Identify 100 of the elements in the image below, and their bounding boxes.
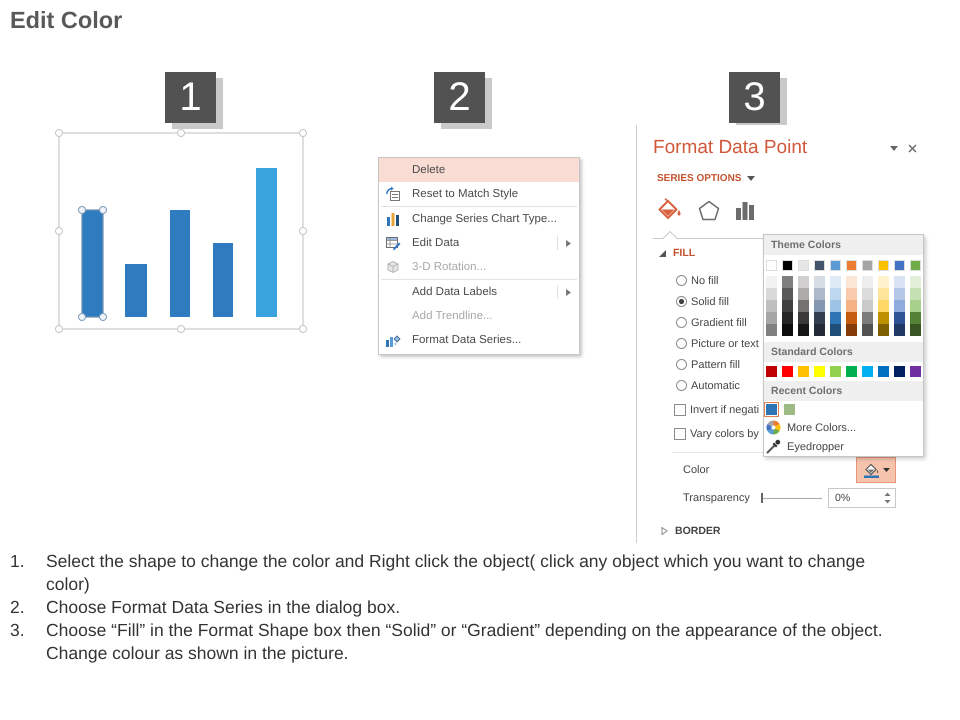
color-swatch[interactable] bbox=[782, 288, 793, 300]
color-swatch[interactable] bbox=[814, 276, 825, 288]
color-swatch[interactable] bbox=[862, 300, 873, 312]
color-swatch[interactable] bbox=[846, 312, 857, 324]
color-swatch[interactable] bbox=[798, 276, 809, 288]
color-swatch[interactable] bbox=[766, 312, 777, 324]
color-swatch[interactable] bbox=[878, 276, 889, 288]
color-swatch[interactable] bbox=[910, 300, 921, 312]
color-swatch[interactable] bbox=[894, 276, 905, 288]
color-swatch[interactable] bbox=[798, 300, 809, 312]
spinner-arrows-icon[interactable] bbox=[884, 491, 891, 505]
color-swatch[interactable] bbox=[814, 312, 825, 324]
color-swatch[interactable] bbox=[782, 276, 793, 288]
color-swatch[interactable] bbox=[766, 324, 777, 336]
selection-handle[interactable] bbox=[78, 313, 86, 321]
color-swatch[interactable] bbox=[862, 312, 873, 324]
resize-handle[interactable] bbox=[55, 129, 63, 137]
option-label[interactable]: Invert if negati bbox=[690, 404, 760, 416]
color-swatch[interactable] bbox=[814, 366, 825, 377]
color-swatch[interactable] bbox=[830, 288, 841, 300]
option-label[interactable]: Pattern fill bbox=[691, 358, 740, 370]
radio-button[interactable] bbox=[676, 317, 687, 328]
checkbox[interactable] bbox=[674, 404, 686, 416]
color-swatch[interactable] bbox=[764, 402, 779, 417]
color-swatch[interactable] bbox=[798, 366, 809, 377]
color-swatch[interactable] bbox=[766, 366, 777, 377]
radio-button[interactable] bbox=[676, 359, 687, 370]
color-swatch[interactable] bbox=[784, 404, 795, 415]
resize-handle[interactable] bbox=[55, 227, 63, 235]
color-swatch[interactable] bbox=[846, 276, 857, 288]
color-swatch[interactable] bbox=[894, 288, 905, 300]
menu-item[interactable]: Format Data Series... bbox=[379, 328, 579, 352]
color-swatch[interactable] bbox=[798, 324, 809, 336]
selection-handle[interactable] bbox=[99, 206, 107, 214]
color-swatch[interactable] bbox=[894, 300, 905, 312]
resize-handle[interactable] bbox=[177, 325, 185, 333]
menu-item[interactable]: Reset to Match Style bbox=[379, 182, 579, 206]
color-swatch[interactable] bbox=[910, 366, 921, 377]
color-swatch[interactable] bbox=[830, 312, 841, 324]
color-swatch[interactable] bbox=[878, 288, 889, 300]
resize-handle[interactable] bbox=[299, 325, 307, 333]
radio-button[interactable] bbox=[676, 296, 687, 307]
color-swatch[interactable] bbox=[766, 300, 777, 312]
selection-handle[interactable] bbox=[99, 313, 107, 321]
radio-button[interactable] bbox=[676, 338, 687, 349]
color-swatch[interactable] bbox=[830, 300, 841, 312]
color-swatch[interactable] bbox=[766, 276, 777, 288]
caret-icon[interactable] bbox=[890, 146, 898, 150]
color-swatch[interactable] bbox=[814, 324, 825, 336]
color-swatch[interactable] bbox=[910, 324, 921, 336]
section-header[interactable]: BORDER bbox=[661, 524, 721, 538]
option-label[interactable]: Automatic bbox=[691, 380, 740, 392]
color-swatch[interactable] bbox=[910, 288, 921, 300]
color-swatch[interactable] bbox=[910, 312, 921, 324]
pane-tab[interactable] bbox=[735, 200, 755, 220]
resize-handle[interactable] bbox=[299, 129, 307, 137]
color-swatch[interactable] bbox=[814, 300, 825, 312]
color-swatch[interactable] bbox=[766, 288, 777, 300]
radio-button[interactable] bbox=[676, 275, 687, 286]
option-label[interactable]: No fill bbox=[691, 274, 719, 286]
eyedropper-button[interactable]: Eyedropper bbox=[764, 437, 923, 456]
color-swatch[interactable] bbox=[878, 300, 889, 312]
color-swatch[interactable] bbox=[814, 288, 825, 300]
resize-handle[interactable] bbox=[55, 325, 63, 333]
radio-button[interactable] bbox=[676, 380, 687, 391]
selection-handle[interactable] bbox=[78, 206, 86, 214]
color-swatch[interactable] bbox=[846, 366, 857, 377]
series-options-dropdown[interactable]: SERIES OPTIONS bbox=[657, 171, 756, 185]
menu-item[interactable]: Edit Data bbox=[379, 231, 579, 255]
color-picker-button[interactable] bbox=[856, 457, 896, 483]
option-label[interactable]: Vary colors by bbox=[690, 428, 759, 440]
color-swatch[interactable] bbox=[830, 324, 841, 336]
color-swatch[interactable] bbox=[798, 312, 809, 324]
color-swatch[interactable] bbox=[830, 366, 841, 377]
color-swatch[interactable] bbox=[798, 288, 809, 300]
color-swatch[interactable] bbox=[894, 312, 905, 324]
chart-bar[interactable] bbox=[81, 209, 104, 318]
checkbox[interactable] bbox=[674, 428, 686, 440]
color-swatch[interactable] bbox=[862, 288, 873, 300]
section-header[interactable]: FILL bbox=[659, 246, 696, 260]
color-swatch[interactable] bbox=[846, 288, 857, 300]
color-swatch[interactable] bbox=[846, 300, 857, 312]
more-colors-button[interactable]: More Colors... bbox=[764, 418, 923, 437]
resize-handle[interactable] bbox=[177, 129, 185, 137]
close-icon[interactable] bbox=[908, 144, 917, 152]
transparency-field[interactable]: 0% bbox=[828, 488, 896, 508]
color-swatch[interactable] bbox=[782, 366, 793, 377]
option-label[interactable]: Gradient fill bbox=[691, 316, 747, 328]
pane-tab[interactable] bbox=[698, 200, 720, 220]
option-label[interactable]: Picture or text bbox=[691, 338, 759, 350]
color-swatch[interactable] bbox=[846, 324, 857, 336]
color-swatch[interactable] bbox=[878, 312, 889, 324]
color-swatch[interactable] bbox=[910, 276, 921, 288]
color-swatch[interactable] bbox=[878, 324, 889, 336]
menu-item[interactable]: Add Data Labels bbox=[379, 280, 579, 304]
color-swatch[interactable] bbox=[862, 324, 873, 336]
color-swatch[interactable] bbox=[830, 276, 841, 288]
color-swatch[interactable] bbox=[862, 276, 873, 288]
resize-handle[interactable] bbox=[299, 227, 307, 235]
color-swatch[interactable] bbox=[894, 324, 905, 336]
